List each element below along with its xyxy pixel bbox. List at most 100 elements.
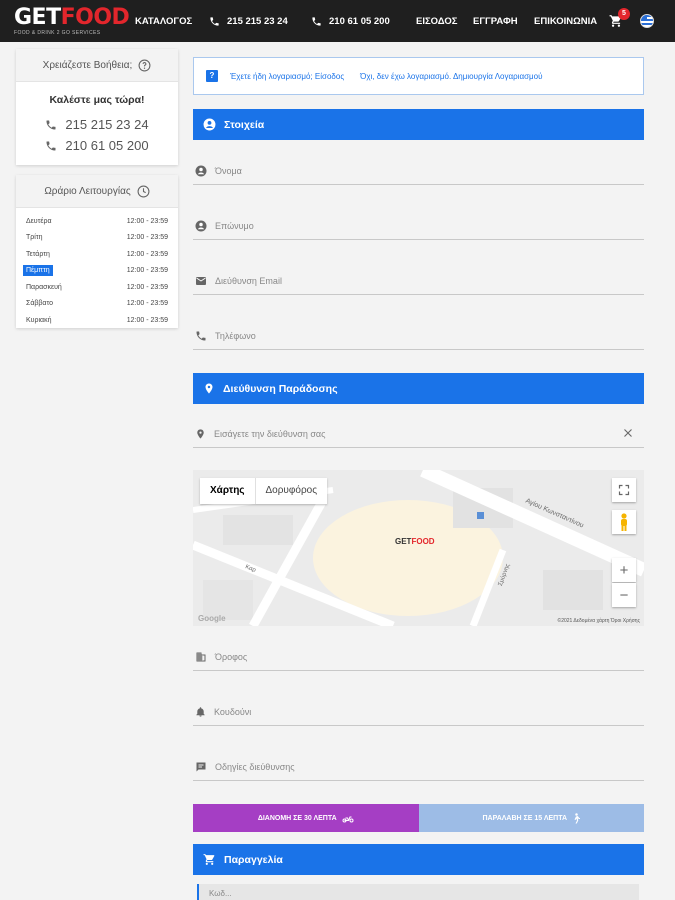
delivery-method-toggle: ΔΙΑΝΟΜΗ ΣΕ 30 ΛΕΠΤΑ ΠΑΡΑΛΑΒΗ ΣΕ 15 ΛΕΠΤΑ xyxy=(193,804,644,832)
nav-phone-1[interactable]: 215 215 23 24 xyxy=(209,0,288,42)
floor-field[interactable]: Όροφος xyxy=(193,643,644,671)
walking-person-icon xyxy=(574,812,581,823)
doorbell-field[interactable]: Κουδούνι xyxy=(193,698,644,726)
last-name-placeholder: Επώνυμο xyxy=(215,220,254,231)
phone-icon xyxy=(196,331,206,340)
hours-time: 12:00 - 23:59 xyxy=(126,267,168,275)
top-navbar: GETFOOD FOOD & DRINK 2 GO SERVICES ΚΑΤΑΛ… xyxy=(0,0,675,42)
language-flag-icon[interactable] xyxy=(640,14,654,28)
opening-hours-row: Παρασκευή 12:00 - 23:59 xyxy=(26,279,168,296)
pickup-option-label: ΠΑΡΑΛΑΒΗ ΣΕ 15 ΛΕΠΤΑ xyxy=(482,814,568,822)
hours-time: 12:00 - 23:59 xyxy=(126,300,168,308)
bell-icon xyxy=(196,706,205,717)
help-phone-2-label: 210 61 05 200 xyxy=(65,138,149,153)
directions-placeholder: Οδηγίες διεύθυνσης xyxy=(215,761,295,772)
building-icon xyxy=(196,652,206,661)
phone-icon xyxy=(312,16,321,26)
logo-word-get: GET xyxy=(14,5,61,30)
map-attribution[interactable]: ©2021 Δεδομένα χάρτη Όροι Χρήσης xyxy=(558,618,640,624)
cart-icon xyxy=(203,854,215,865)
marker-word-food: FOOD xyxy=(411,537,435,546)
phone-icon xyxy=(210,16,219,26)
phone-placeholder: Τηλέφωνο xyxy=(215,330,256,341)
first-name-placeholder: Όνομα xyxy=(215,165,242,176)
street-view-pegman-icon[interactable] xyxy=(612,510,636,534)
opening-hours-row: Σάββατο 12:00 - 23:59 xyxy=(26,296,168,313)
help-circle-icon xyxy=(138,59,151,71)
delivery-option-button[interactable]: ΔΙΑΝΟΜΗ ΣΕ 30 ΛΕΠΤΑ xyxy=(193,804,419,832)
opening-hours-row: Δευτέρα 12:00 - 23:59 xyxy=(26,213,168,230)
section-order-header: Παραγγελία xyxy=(193,844,644,875)
opening-hours-heading: Ωράριο Λειτουργίας xyxy=(44,185,131,197)
hours-time: 12:00 - 23:59 xyxy=(126,250,168,258)
order-code-field[interactable]: Κωδ... xyxy=(197,884,639,900)
hours-time: 12:00 - 23:59 xyxy=(126,316,168,324)
email-field[interactable]: Διεύθυνση Email xyxy=(193,267,644,295)
logo-word-food: FOOD xyxy=(60,5,130,30)
close-icon[interactable] xyxy=(622,427,634,439)
today-day-label: Πέμπτη xyxy=(23,265,53,277)
logo-tagline: FOOD & DRINK 2 GO SERVICES xyxy=(14,30,101,36)
first-name-field[interactable]: Όνομα xyxy=(193,157,644,185)
help-heading: Χρειάζεστε Βοήθεια; xyxy=(42,59,133,71)
nav-register[interactable]: ΕΓΓΡΑΦΗ xyxy=(473,0,518,42)
login-link[interactable]: Έχετε ήδη λογαριασμό; Είσοδος xyxy=(230,72,344,81)
section-details-title: Στοιχεία xyxy=(224,118,265,131)
phone-field[interactable]: Τηλέφωνο xyxy=(193,322,644,350)
getfood-logo[interactable]: GETFOOD FOOD & DRINK 2 GO SERVICES xyxy=(14,5,130,37)
address-search-placeholder: Εισάγετε την διεύθυνση σας xyxy=(214,428,326,439)
day-label: Σάββατο xyxy=(26,300,54,308)
opening-hours-card: Ωράριο Λειτουργίας Δευτέρα 12:00 - 23:59 Τ… xyxy=(16,175,178,328)
section-order-title: Παραγγελία xyxy=(224,853,283,866)
opening-hours-row: Τετάρτη 12:00 - 23:59 xyxy=(26,246,168,263)
help-phone-2[interactable]: 210 61 05 200 xyxy=(16,135,178,156)
address-search-input[interactable]: Εισάγετε την διεύθυνση σας xyxy=(193,420,644,448)
nav-contact[interactable]: ΕΠΙΚΟΙΝΩΝΙΑ xyxy=(534,0,597,42)
nav-catalog[interactable]: ΚΑΤΑΛΟΓΟΣ xyxy=(135,0,192,42)
pickup-option-button[interactable]: ΠΑΡΑΛΑΒΗ ΣΕ 15 ΛΕΠΤΑ xyxy=(418,804,644,832)
last-name-field[interactable]: Επώνυμο xyxy=(193,212,644,240)
scooter-icon xyxy=(342,816,354,822)
clock-icon xyxy=(137,185,150,197)
nav-login[interactable]: ΕΙΣΟΔΟΣ xyxy=(416,0,457,42)
location-pin-icon xyxy=(197,428,204,439)
map-tab-satellite[interactable]: Δορυφόρος xyxy=(256,478,328,504)
zoom-in-icon[interactable]: + xyxy=(612,558,636,582)
hours-time: 12:00 - 23:59 xyxy=(126,234,168,242)
help-card-header: Χρειάζεστε Βοήθεια; xyxy=(16,49,178,82)
hours-time: 12:00 - 23:59 xyxy=(126,283,168,291)
floor-placeholder: Όροφος xyxy=(215,651,248,662)
section-details-header: Στοιχεία xyxy=(193,109,644,140)
zoom-out-icon[interactable]: − xyxy=(612,583,636,607)
opening-hours-row: Τρίτη 12:00 - 23:59 xyxy=(26,230,168,247)
map-tab-map[interactable]: Χάρτης xyxy=(200,478,256,504)
map-type-tabs: Χάρτης Δορυφόρος xyxy=(200,478,328,504)
map-store-marker[interactable]: GETFOOD xyxy=(395,537,435,546)
day-label: Δευτέρα xyxy=(26,217,52,225)
comment-icon xyxy=(196,762,206,771)
marker-word-get: GET xyxy=(395,537,412,546)
phone-icon xyxy=(46,141,56,150)
delivery-map[interactable]: Χάρτης Δορυφόρος + − GETFOOD Αγίου Κωνστ… xyxy=(193,470,644,626)
opening-hours-row: Κυριακή 12:00 - 23:59 xyxy=(26,312,168,329)
cart-count-badge: 5 xyxy=(618,8,630,20)
nav-phone-1-label: 215 215 23 24 xyxy=(227,15,288,27)
day-label: Παρασκευή xyxy=(26,283,62,291)
email-placeholder: Διεύθυνση Email xyxy=(215,275,282,286)
google-logo: Google xyxy=(198,614,226,623)
fullscreen-icon[interactable] xyxy=(612,478,636,502)
section-address-header: Διεύθυνση Παράδοσης xyxy=(193,373,644,404)
directions-field[interactable]: Οδηγίες διεύθυνσης xyxy=(193,753,644,781)
nav-phone-2[interactable]: 210 61 05 200 xyxy=(311,0,390,42)
person-icon xyxy=(195,220,207,231)
question-icon: ? xyxy=(206,70,218,82)
help-card: Χρειάζεστε Βοήθεια; Καλέστε μας τώρα! 21… xyxy=(16,49,178,165)
envelope-icon xyxy=(196,276,206,285)
opening-hours-header: Ωράριο Λειτουργίας xyxy=(16,175,178,208)
phone-icon xyxy=(46,120,56,129)
create-account-link[interactable]: Όχι, δεν έχω λογαριασμό. Δημιουργία Λογα… xyxy=(360,72,542,81)
section-address-title: Διεύθυνση Παράδοσης xyxy=(223,382,338,395)
opening-hours-row: Πέμπτη 12:00 - 23:59 xyxy=(23,263,168,280)
nav-phone-2-label: 210 61 05 200 xyxy=(329,15,390,27)
help-phone-1[interactable]: 215 215 23 24 xyxy=(16,114,178,135)
